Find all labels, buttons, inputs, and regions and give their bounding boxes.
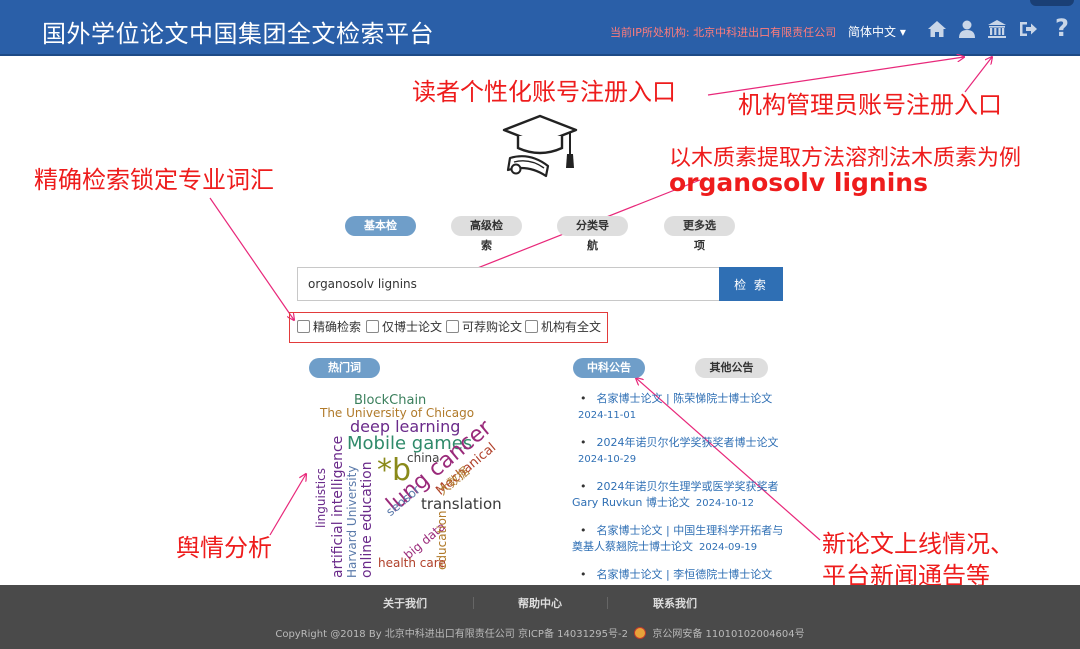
logout-icon[interactable] (1017, 18, 1039, 40)
graduation-cap-logo (502, 114, 578, 178)
bullet-icon: • (580, 436, 587, 449)
bullet-icon: • (580, 392, 587, 405)
word-cloud-term[interactable]: translation (421, 497, 502, 512)
tab-advanced-search[interactable]: 高级检索 (451, 216, 522, 252)
notice-item[interactable]: • 2024年诺贝尔化学奖获奖者博士论文 2024-10-29 (572, 435, 787, 468)
phd-only-label: 仅博士论文 (382, 319, 443, 334)
recommendable-checkbox[interactable]: 可荐购论文 (446, 318, 522, 334)
annotation-sentiment: 舆情分析 (176, 534, 272, 562)
copyright-text: CopyRight @2018 By 北京中科进出口有限责任公司 京ICP备 1… (275, 629, 628, 640)
notice-date: 2024-11-01 (578, 410, 637, 421)
annotation-exact-search: 精确检索锁定专业词汇 (34, 166, 274, 194)
checkbox-box[interactable] (446, 319, 459, 333)
checkbox-box[interactable] (366, 319, 379, 333)
current-institution: 当前IP所处机构: 北京中科进出口有限责任公司 (610, 26, 837, 39)
word-cloud-term[interactable]: linguistics (314, 468, 328, 528)
page: 国外学位论文中国集团全文检索平台 当前IP所处机构: 北京中科进出口有限责任公司… (0, 0, 1080, 649)
notice-title[interactable]: 2024年诺贝尔化学奖获奖者博士论文 (597, 436, 779, 449)
user-icon[interactable] (956, 18, 978, 40)
other-notices-tab[interactable]: 其他公告 (695, 358, 768, 378)
checkbox-box[interactable] (297, 319, 310, 333)
cas-notices-tab[interactable]: 中科公告 (573, 358, 645, 378)
recommendable-label: 可荐购论文 (462, 319, 523, 334)
bullet-icon: • (580, 480, 587, 493)
footer-link-help[interactable]: 帮助中心 (518, 595, 562, 611)
footer-divider (607, 597, 608, 609)
institution-fulltext-checkbox[interactable]: 机构有全文 (525, 318, 601, 334)
header-bar: 国外学位论文中国集团全文检索平台 当前IP所处机构: 北京中科进出口有限责任公司… (0, 0, 1080, 56)
exact-search-label: 精确检索 (313, 319, 362, 334)
bullet-icon: • (580, 524, 587, 537)
tab-more-options[interactable]: 更多选项 (664, 216, 735, 252)
home-icon[interactable] (926, 18, 948, 40)
notice-item[interactable]: • 名家博士论文 | 李恒德院士博士论文 (572, 567, 787, 584)
arrow-word-cloud (269, 474, 306, 536)
help-icon[interactable]: ? (1050, 14, 1074, 42)
bullet-icon: • (580, 568, 587, 581)
police-badge-icon (634, 627, 647, 639)
institution-icon[interactable] (986, 18, 1008, 40)
institution-fulltext-label: 机构有全文 (541, 319, 602, 334)
search-input[interactable] (297, 267, 720, 301)
annotation-reader-account: 读者个性化账号注册入口 (412, 78, 676, 106)
word-cloud-term[interactable]: online education (359, 461, 375, 578)
notice-date: 2024-10-29 (578, 454, 637, 465)
notice-title[interactable]: 名家博士论文 | 李恒德院士博士论文 (597, 568, 773, 581)
word-cloud-term[interactable]: Harvard University (345, 466, 359, 578)
footer-link-contact[interactable]: 联系我们 (653, 595, 697, 611)
checkbox-box[interactable] (525, 319, 538, 333)
tab-category-navigation[interactable]: 分类导航 (557, 216, 628, 252)
police-record-text[interactable]: 京公网安备 11010102004604号 (652, 629, 804, 640)
notice-date: 2024-09-19 (699, 542, 758, 553)
footer-divider (473, 597, 474, 609)
footer-copyright: CopyRight @2018 By 北京中科进出口有限责任公司 京ICP备 1… (0, 625, 1080, 640)
word-cloud-term[interactable]: artificial intelligence (330, 436, 346, 578)
hot-words-tab[interactable]: 热门词 (309, 358, 380, 378)
site-title[interactable]: 国外学位论文中国集团全文检索平台 (42, 14, 434, 49)
annotation-news-line1: 新论文上线情况、 (822, 530, 1014, 558)
tab-basic-search[interactable]: 基本检索 (345, 216, 416, 252)
word-cloud-term[interactable]: health care (378, 557, 446, 569)
notice-item[interactable]: • 2024年诺贝尔生理学或医学奖获奖者Gary Ruvkun 博士论文 2024-… (572, 479, 787, 512)
notice-title[interactable]: 名家博士论文 | 陈荣悌院士博士论文 (597, 392, 773, 405)
notice-item[interactable]: • 名家博士论文 | 陈荣悌院士博士论文 2024-11-01 (572, 391, 787, 424)
exact-search-checkbox[interactable]: 精确检索 (297, 318, 361, 334)
phd-only-checkbox[interactable]: 仅博士论文 (366, 318, 442, 334)
footer: 关于我们 帮助中心 联系我们 CopyRight @2018 By 北京中科进出… (0, 585, 1080, 649)
search-button[interactable]: 检 索 (719, 267, 783, 301)
language-selector[interactable]: 简体中文 ▾ (848, 23, 906, 40)
annotation-admin-account: 机构管理员账号注册入口 (738, 91, 1002, 119)
footer-link-about[interactable]: 关于我们 (383, 595, 427, 611)
notice-date: 2024-10-12 (695, 498, 755, 509)
notice-item[interactable]: • 名家博士论文 | 中国生理科学开拓者与奠基人蔡翘院士博士论文 2024-09-1… (572, 523, 787, 556)
arrow-exact-search (209, 197, 294, 320)
annotation-example-line2: organosolv lignins (669, 168, 928, 197)
header-corner-decoration (1030, 0, 1074, 6)
